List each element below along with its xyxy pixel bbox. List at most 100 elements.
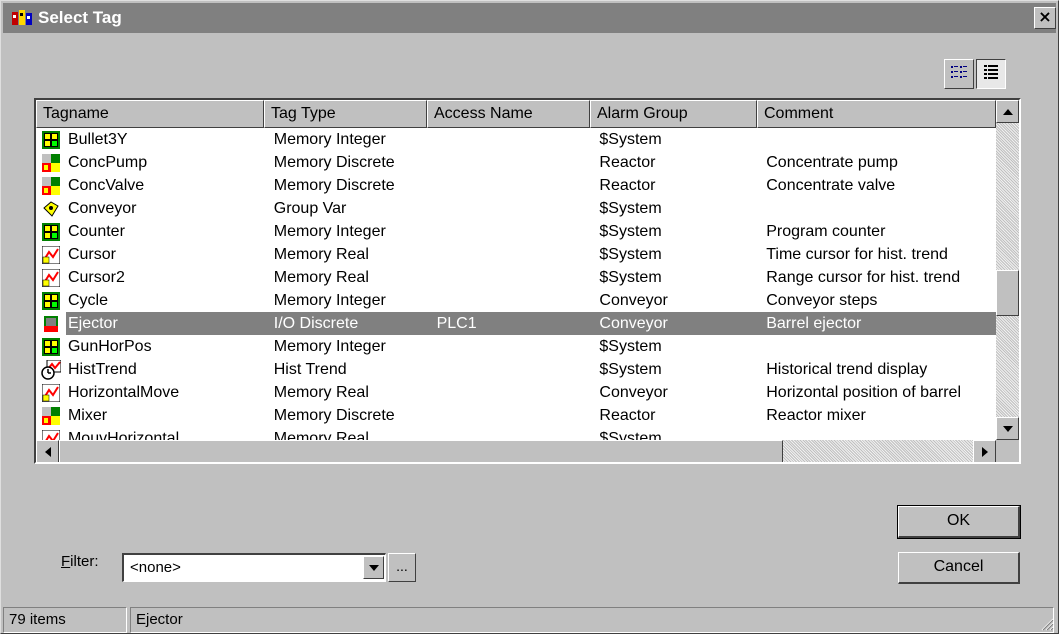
cell-tagname: Cycle [67, 291, 108, 309]
scroll-up-button[interactable] [996, 100, 1019, 123]
filter-dropdown-button[interactable] [363, 556, 384, 579]
cell-comment: Program counter [766, 222, 886, 240]
cell-tagname: ConcPump [67, 153, 148, 171]
memory-integer-icon [36, 220, 66, 243]
table-row[interactable]: HorizontalMove Memory Real Conveyor Horizon… [36, 381, 996, 404]
select-tag-dialog: Select Tag × Tagname Tag Type Access Nam… [0, 0, 1059, 634]
group-var-icon [36, 197, 66, 220]
scroll-right-button[interactable] [973, 440, 996, 462]
table-row[interactable]: GunHorPos Memory Integer $System [36, 335, 996, 358]
cell-tagname: Bullet3Y [67, 130, 128, 148]
title-bar[interactable]: Select Tag × [3, 3, 1056, 33]
column-header-access-name[interactable]: Access Name [427, 100, 590, 128]
list-view-button[interactable] [944, 59, 974, 89]
table-row[interactable]: HistTrend Hist Trend $System Historical tre… [36, 358, 996, 381]
cell-tag-type: Group Var [273, 199, 347, 217]
table-row[interactable]: Counter Memory Integer $System Program coun… [36, 220, 996, 243]
cell-alarm-group: Conveyor [599, 314, 668, 332]
column-header-tag-type[interactable]: Tag Type [264, 100, 427, 128]
filter-browse-button[interactable]: ... [388, 553, 416, 582]
cell-tag-type: I/O Discrete [273, 314, 359, 332]
resize-grip-icon[interactable] [1040, 617, 1054, 631]
status-item-count: 79 items [3, 607, 127, 633]
column-header-tagname[interactable]: Tagname [36, 100, 264, 128]
arrow-up-icon [1002, 108, 1013, 115]
app-icon [12, 9, 32, 27]
table-row[interactable]: Cursor Memory Real $System Time cursor for … [36, 243, 996, 266]
table-row[interactable]: ConcValve Memory Discrete Reactor Concentra… [36, 174, 996, 197]
cell-tagname: ConcValve [67, 176, 145, 194]
cell-alarm-group: Reactor [599, 406, 656, 424]
chevron-down-icon [368, 564, 379, 571]
column-header-row: Tagname Tag Type Access Name Alarm Group… [36, 100, 996, 128]
filter-label-accesskey: F [61, 553, 71, 570]
cell-alarm-group: $System [599, 337, 662, 355]
cell-comment: Concentrate valve [766, 176, 896, 194]
table-row[interactable]: Conveyor Group Var $System [36, 197, 996, 220]
cell-alarm-group: Reactor [599, 153, 656, 171]
memory-real-icon [36, 427, 66, 440]
status-bar: 79 items Ejector [3, 607, 1056, 633]
table-row[interactable]: Bullet3Y Memory Integer $System [36, 128, 996, 151]
cell-tagname: Cursor2 [67, 268, 125, 286]
table-row[interactable]: Cycle Memory Integer Conveyor Conveyor step… [36, 289, 996, 312]
cell-alarm-group: $System [599, 199, 662, 217]
ok-button[interactable]: OK [897, 505, 1021, 539]
table-row[interactable]: Mixer Memory Discrete Reactor Reactor mixer [36, 404, 996, 427]
cell-tag-type: Memory Real [273, 429, 369, 441]
memory-real-icon [36, 243, 66, 266]
cell-alarm-group: $System [599, 222, 662, 240]
cell-comment: Range cursor for hist. trend [766, 268, 961, 286]
horizontal-scrollbar[interactable] [36, 440, 996, 462]
memory-discrete-icon [36, 404, 66, 427]
cell-tagname: Conveyor [67, 199, 137, 217]
arrow-right-icon [981, 446, 988, 457]
cell-alarm-group: Conveyor [599, 291, 668, 309]
arrow-down-icon [1002, 425, 1013, 432]
cell-alarm-group: $System [599, 360, 662, 378]
horizontal-scroll-thumb[interactable] [59, 440, 783, 462]
cell-comment: Historical trend display [766, 360, 928, 378]
cell-tag-type: Memory Discrete [273, 406, 395, 424]
table-row[interactable]: ConcPump Memory Discrete Reactor Concentrat… [36, 151, 996, 174]
cell-comment: Time cursor for hist. trend [766, 245, 948, 263]
cell-alarm-group: Reactor [599, 176, 656, 194]
vertical-scrollbar[interactable] [996, 100, 1019, 440]
scroll-left-button[interactable] [36, 440, 59, 462]
cell-alarm-group: Conveyor [599, 383, 668, 401]
status-selected-tag: Ejector [130, 607, 1054, 633]
vertical-scroll-thumb[interactable] [996, 270, 1019, 316]
table-row[interactable]: Ejector I/O Discrete PLC1 Conveyor Barrel ej… [36, 312, 996, 335]
cell-comment: Reactor mixer [766, 406, 866, 424]
scroll-down-button[interactable] [996, 417, 1019, 440]
cell-tagname: Ejector [67, 314, 118, 332]
cancel-button[interactable]: Cancel [898, 552, 1020, 584]
cell-alarm-group: $System [599, 268, 662, 286]
cell-tag-type: Memory Real [273, 268, 369, 286]
cell-tagname: Counter [67, 222, 125, 240]
cell-alarm-group: $System [599, 245, 662, 263]
memory-discrete-icon [36, 174, 66, 197]
close-button[interactable]: × [1034, 7, 1056, 29]
cell-tag-type: Hist Trend [273, 360, 347, 378]
cell-tag-type: Memory Real [273, 245, 369, 263]
filter-combobox[interactable]: <none> [122, 553, 386, 582]
cell-tagname: Cursor [67, 245, 116, 263]
cell-tag-type: Memory Integer [273, 222, 386, 240]
io-discrete-icon [36, 312, 66, 335]
cell-access-name: PLC1 [436, 314, 477, 332]
details-view-button[interactable] [976, 59, 1006, 89]
table-row[interactable]: MouvHorizontal Memory Real $System [36, 427, 996, 440]
details-view-icon [983, 64, 999, 85]
column-header-comment[interactable]: Comment [757, 100, 996, 128]
cell-tagname: HorizontalMove [67, 383, 180, 401]
cell-tagname: GunHorPos [67, 337, 152, 355]
memory-real-icon [36, 266, 66, 289]
table-row[interactable]: Cursor2 Memory Real $System Range cursor fo… [36, 266, 996, 289]
filter-value: <none> [130, 559, 181, 576]
tag-list[interactable]: Tagname Tag Type Access Name Alarm Group… [34, 98, 1021, 464]
cell-tagname: HistTrend [67, 360, 137, 378]
cell-comment: Conveyor steps [766, 291, 878, 309]
cell-tag-type: Memory Real [273, 383, 369, 401]
column-header-alarm-group[interactable]: Alarm Group [590, 100, 757, 128]
